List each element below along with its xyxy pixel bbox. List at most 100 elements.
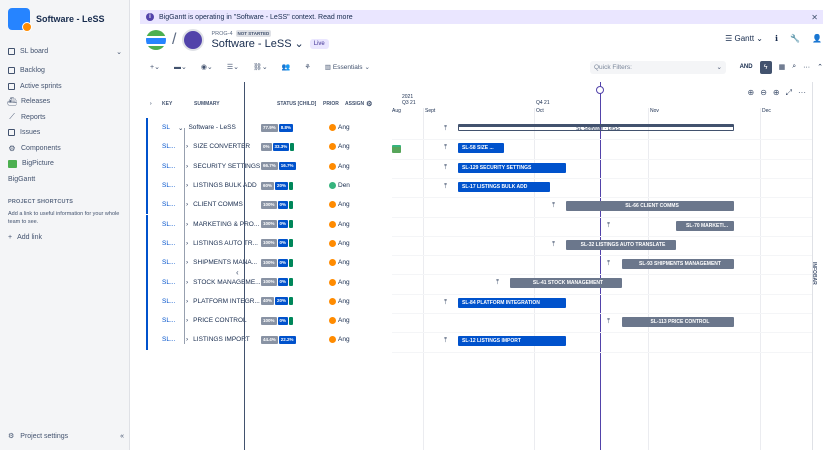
chevron-down-icon[interactable]: ⌄ [295,37,304,50]
gantt-bar[interactable]: SL-58 SIZE ... [458,143,504,154]
expand-all-icon[interactable]: › [146,101,162,107]
sidebar-item-biggantt[interactable]: BigGantt [0,145,401,188]
dependency-icon[interactable]: ⤒ [607,260,610,268]
table-row[interactable]: SL... › LISTINGS IMPORT 44.4% 22.2% Ang [146,330,381,350]
zoom-out-icon[interactable]: ⊖ [760,88,767,98]
eye-icon[interactable]: ◉⌄ [197,61,217,74]
list-icon[interactable]: ☰⌄ [223,61,243,74]
gantt-bar[interactable]: SL-66 CLIENT COMMS [566,201,734,212]
table-row[interactable]: SL... › PRICE CONTROL 100% 0% Ang [146,311,381,331]
sidebar-item-bigpicture[interactable]: BigPicture [0,156,130,172]
issue-key[interactable]: SL... [148,279,178,286]
zoom-in-icon[interactable]: ⊕ [773,88,780,98]
col-priority[interactable]: PRIOR [323,101,345,107]
table-row[interactable]: SL... › SHIPMENTS MANA... 100% 0% Ang [146,253,381,273]
info-button-icon[interactable]: ℹ [775,34,778,43]
issue-summary[interactable]: › MARKETING & PRO... [178,221,261,228]
assignee-cell[interactable]: Ang [329,201,350,209]
gantt-bar[interactable]: SL Software - LeSS [458,124,734,131]
people-icon[interactable]: 👥 [278,61,295,74]
dependency-icon[interactable]: ⤒ [444,144,447,152]
chevron-right-icon[interactable]: › [186,163,188,170]
issue-key[interactable]: SL... [148,259,178,266]
chevron-right-icon[interactable]: › [186,240,188,247]
target-icon[interactable]: ⊕ [747,88,754,98]
chevron-right-icon[interactable]: › [186,279,188,286]
dependency-icon[interactable]: ⤒ [552,202,555,210]
add-button[interactable]: +⌄ [146,61,164,74]
dependency-icon[interactable]: ⤒ [444,164,447,172]
issue-summary[interactable]: › SIZE CONVERTER [178,143,261,150]
col-key[interactable]: KEY [162,101,194,107]
dependency-icon[interactable]: ⤒ [607,222,610,230]
table-row[interactable]: SL... › LISTINGS BULK ADD 60% 20% Den [146,175,381,196]
col-status[interactable]: STATUS [CHILD] [277,101,323,107]
sidebar-item-active-sprints[interactable]: Active sprints [0,79,130,95]
table-row[interactable]: SL... › SIZE CONVERTER 0% 33.3% Ang [146,137,381,157]
issue-key[interactable]: SL... [148,221,178,228]
table-row[interactable]: SL... › PLATFORM INTEGR... 40% 20% Ang [146,291,381,311]
link-icon[interactable]: ⛓⌄ [249,61,272,74]
dependency-icon[interactable]: ⤒ [444,125,447,133]
add-link-button[interactable]: + Add link [8,234,126,241]
collapse-sidebar-icon[interactable]: « [120,433,124,440]
sidebar-item-reports[interactable]: ⟋ Reports [0,110,130,126]
gear-icon[interactable]: ⚙ [366,100,372,108]
col-summary[interactable]: SUMMARY [194,101,277,107]
assignee-cell[interactable]: Ang [329,278,350,286]
chevron-up-icon[interactable]: ⌃ [817,63,823,71]
today-marker[interactable] [596,86,604,94]
gantt-bar[interactable]: SL-41 STOCK MANAGEMENT [510,278,622,289]
wrench-icon[interactable]: 🔧 [790,34,800,43]
close-icon[interactable]: ✕ [811,13,818,22]
gantt-bar[interactable]: SL-113 PRICE CONTROL [622,317,734,327]
gantt-bar[interactable]: SL-32 LISTINGS AUTO TRANSLATE [566,239,676,250]
assignee-cell[interactable]: Ang [329,239,350,247]
chevron-right-icon[interactable]: › [186,201,188,208]
dependency-icon[interactable]: ⤒ [607,318,610,326]
banner-text[interactable]: BigGantt is operating in "Software - LeS… [159,14,353,21]
gantt-bar[interactable]: SL-84 PLATFORM INTEGRATION [458,297,566,308]
issue-summary[interactable]: ⌄ Software - LeSS [178,124,261,132]
project-header[interactable]: Software - LeSS [0,0,129,38]
essentials-dropdown[interactable]: ▥ Essentials ⌄ [321,61,374,74]
hierarchy-icon[interactable]: ⚘ [300,61,314,74]
gantt-bar[interactable]: SL-129 SECURITY SETTINGS [458,162,566,173]
assignee-cell[interactable]: Ang [329,336,350,344]
sidebar-item-releases[interactable]: ⛴ Releases [0,94,130,110]
issue-key[interactable]: SL... [148,201,178,208]
more-icon[interactable]: ··· [803,64,810,71]
gantt-bar[interactable]: SL-93 SHIPMENTS MANAGEMENT [622,259,734,270]
issue-summary[interactable]: › LISTINGS IMPORT [178,336,261,343]
chevron-right-icon[interactable]: › [186,182,188,189]
folder-icon[interactable]: ▬⌄ [170,61,191,74]
project-settings-link[interactable]: ⚙ Project settings « [8,432,124,441]
issue-key[interactable]: SL... [148,317,178,324]
assignee-cell[interactable]: Ang [329,259,350,267]
chevron-right-icon[interactable]: › [186,336,188,343]
issue-key[interactable]: SL... [148,163,178,170]
calendar-icon[interactable]: ▦ [779,63,786,71]
dependency-icon[interactable]: ⤒ [444,337,447,345]
issue-key[interactable]: SL [148,124,178,131]
search-icon[interactable]: ⌕ [792,63,796,71]
live-dropdown[interactable]: Live [309,38,329,49]
issue-summary[interactable]: › PLATFORM INTEGR... [178,298,261,305]
assignee-cell[interactable]: Ang [329,124,350,132]
collapse-panel-icon[interactable]: ‹ [236,268,239,277]
table-row[interactable]: SL... › SECURITY SETTINGS 66.7% 16.7% Ang [146,156,381,176]
and-toggle[interactable]: AND [740,64,753,70]
assignee-cell[interactable]: Ang [329,162,350,170]
chevron-right-icon[interactable]: › [186,259,188,266]
sidebar-item-backlog[interactable]: Backlog [0,63,130,79]
sidebar-item-board[interactable]: SL board ⌄ [0,44,130,60]
issue-summary[interactable]: › LISTINGS BULK ADD [178,182,261,189]
project-avatar-large[interactable] [182,29,205,51]
table-row[interactable]: SL ⌄ Software - LeSS 77.9% 8.8% Ang [146,118,381,138]
table-row[interactable]: SL... › STOCK MANAGEME... 100% 0% Ang [146,272,381,292]
col-assignee[interactable]: ASSIGN [345,101,364,107]
table-row[interactable]: SL... › MARKETING & PRO... 100% 0% Ang [146,214,381,234]
gantt-bar[interactable]: SL-70 MARKETI... [676,220,734,231]
dependency-icon[interactable]: ⤒ [444,183,447,191]
table-row[interactable]: SL... › LISTINGS AUTO TR... 100% 0% Ang [146,233,381,254]
